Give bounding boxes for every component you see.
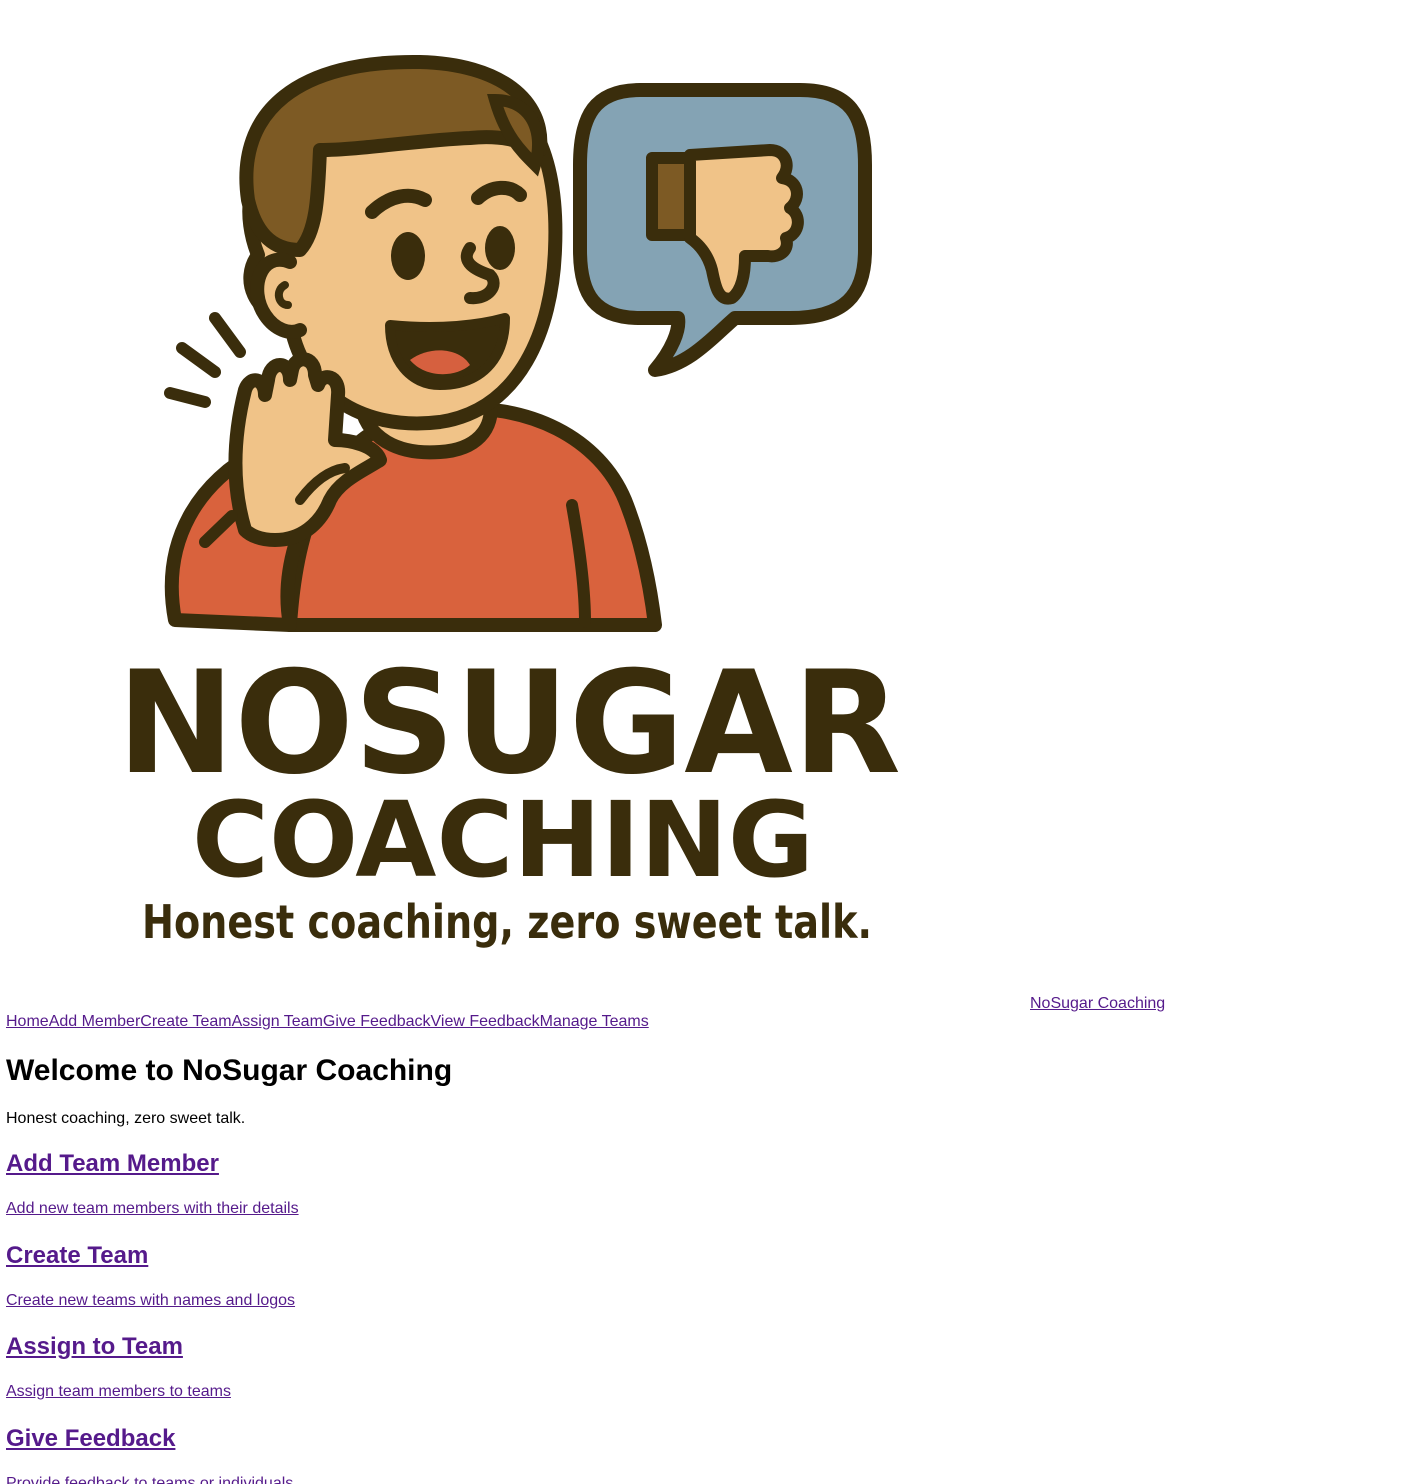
card-title-give-feedback[interactable]: Give Feedback — [6, 1425, 175, 1452]
card-title-create-team[interactable]: Create Team — [6, 1242, 148, 1269]
nosugar-logo-illustration: NOSUGAR COACHING Honest coaching, zero s… — [117, 54, 901, 949]
page-title: Welcome to NoSugar Coaching — [6, 1054, 453, 1087]
card-desc-give-feedback[interactable]: Provide feedback to teams or individuals — [6, 1475, 293, 1484]
card-create-team: Create Team Create new teams with names … — [6, 1241, 1396, 1311]
nav-manage-teams[interactable]: Manage Teams — [540, 1013, 649, 1030]
card-assign-to-team: Assign to Team Assign team members to te… — [6, 1332, 1396, 1402]
logo-tagline: Honest coaching, zero sweet talk. — [142, 895, 872, 949]
nav-add-member[interactable]: Add Member — [49, 1013, 141, 1030]
card-desc-create-team[interactable]: Create new teams with names and logos — [6, 1292, 295, 1309]
card-add-team-member: Add Team Member Add new team members wit… — [6, 1149, 1396, 1219]
card-desc-add-team-member[interactable]: Add new team members with their details — [6, 1200, 299, 1217]
nav-assign-team[interactable]: Assign Team — [232, 1013, 323, 1030]
main-content: Welcome to NoSugar Coaching Honest coach… — [6, 1048, 1396, 1484]
card-give-feedback: Give Feedback Provide feedback to teams … — [6, 1424, 1396, 1484]
logo-image: NOSUGAR COACHING Honest coaching, zero s… — [0, 0, 1030, 1000]
nav-view-feedback[interactable]: View Feedback — [431, 1013, 540, 1030]
nav-give-feedback[interactable]: Give Feedback — [323, 1013, 431, 1030]
logo-subwordmark: COACHING — [192, 779, 814, 901]
card-desc-assign-to-team[interactable]: Assign team members to teams — [6, 1383, 231, 1400]
nav-home[interactable]: Home — [6, 1013, 49, 1030]
card-title-add-team-member[interactable]: Add Team Member — [6, 1150, 219, 1177]
main-nav: HomeAdd MemberCreate TeamAssign TeamGive… — [6, 1012, 649, 1032]
card-title-assign-to-team[interactable]: Assign to Team — [6, 1333, 183, 1360]
page-subtitle: Honest coaching, zero sweet talk. — [6, 1110, 246, 1127]
brand-link[interactable]: NoSugar Coaching — [1030, 994, 1165, 1014]
nav-create-team[interactable]: Create Team — [140, 1013, 231, 1030]
